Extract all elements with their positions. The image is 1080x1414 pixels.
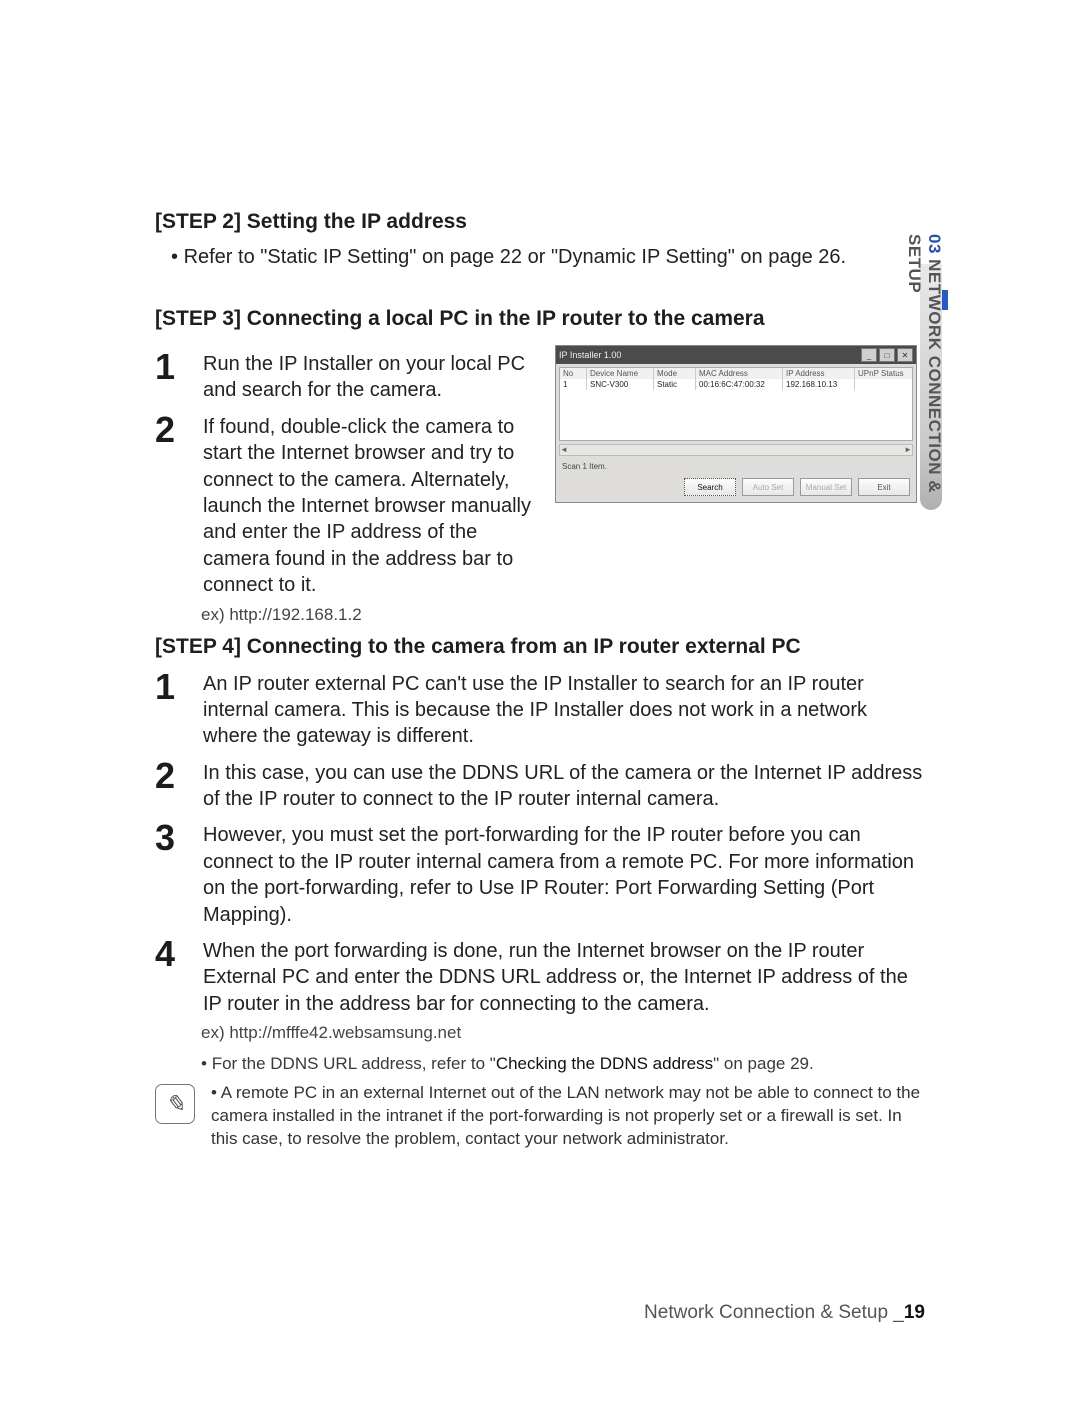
installer-titlebar: IP Installer 1.00 _ □ ✕ [556, 346, 916, 364]
manualset-button[interactable]: Manual Set [800, 478, 852, 496]
side-tab-title: NETWORK CONNECTION & SETUP [905, 234, 944, 493]
step3-text-2: If found, double-click the camera to sta… [203, 412, 535, 599]
info-note: A remote PC in an external Internet out … [211, 1082, 925, 1151]
step4-num-4: 4 [155, 936, 199, 1017]
step4-text-2: In this case, you can use the DDNS URL o… [203, 758, 925, 813]
col-upnp: UPnP Status [855, 368, 914, 379]
step4-num-2: 2 [155, 758, 199, 813]
installer-status: Scan 1 Item. [556, 459, 916, 474]
step2-heading: [STEP 2] Setting the IP address [155, 210, 925, 234]
installer-grid: No Device Name Mode MAC Address IP Addre… [559, 367, 913, 441]
step3-example: ex) http://192.168.1.2 [201, 605, 925, 625]
side-tab-label: 03 NETWORK CONNECTION & SETUP [918, 234, 944, 502]
table-header-row: No Device Name Mode MAC Address IP Addre… [560, 368, 913, 379]
col-device: Device Name [587, 368, 654, 379]
col-mode: Mode [654, 368, 696, 379]
step4-text-4: When the port forwarding is done, run th… [203, 936, 925, 1017]
footer-page: 19 [904, 1302, 925, 1323]
step4-num-3: 3 [155, 820, 199, 928]
step2-bullet: Refer to "Static IP Setting" on page 22 … [171, 244, 925, 271]
page-footer: Network Connection & Setup _19 [644, 1302, 925, 1324]
search-button[interactable]: Search [684, 478, 736, 496]
installer-scrollbar[interactable]: ◄► [559, 444, 913, 456]
ip-installer-window: IP Installer 1.00 _ □ ✕ No Device Name M… [555, 345, 917, 503]
section-side-tab: 03 NETWORK CONNECTION & SETUP [906, 230, 942, 510]
note-icon: ✎ [155, 1084, 195, 1124]
footer-section: Network Connection & Setup _ [644, 1302, 904, 1323]
step4-text-3: However, you must set the port-forwardin… [203, 820, 925, 928]
step4-num-1: 1 [155, 669, 199, 750]
minimize-icon[interactable]: _ [861, 348, 877, 362]
step3-num-2: 2 [155, 412, 199, 599]
step3-text-1: Run the IP Installer on your local PC an… [203, 349, 535, 404]
maximize-icon[interactable]: □ [879, 348, 895, 362]
step4-heading: [STEP 4] Connecting to the camera from a… [155, 635, 925, 659]
installer-button-row: Search Auto Set Manual Set Exit [556, 474, 916, 502]
autoset-button[interactable]: Auto Set [742, 478, 794, 496]
col-no: No [560, 368, 587, 379]
step4-ddns-note: For the DDNS URL address, refer to "Chec… [201, 1053, 925, 1076]
exit-button[interactable]: Exit [858, 478, 910, 496]
step3-num-1: 1 [155, 349, 199, 404]
col-mac: MAC Address [696, 368, 783, 379]
step3-heading: [STEP 3] Connecting a local PC in the IP… [155, 307, 925, 331]
installer-title: IP Installer 1.00 [559, 350, 621, 360]
side-tab-number: 03 [925, 234, 944, 254]
table-row[interactable]: 1 SNC-V300 Static 00:16:6C:47:00:32 192.… [560, 379, 913, 390]
step4-text-1: An IP router external PC can't use the I… [203, 669, 925, 750]
step4-example: ex) http://mfffe42.websamsung.net [201, 1023, 925, 1043]
col-ip: IP Address [783, 368, 855, 379]
